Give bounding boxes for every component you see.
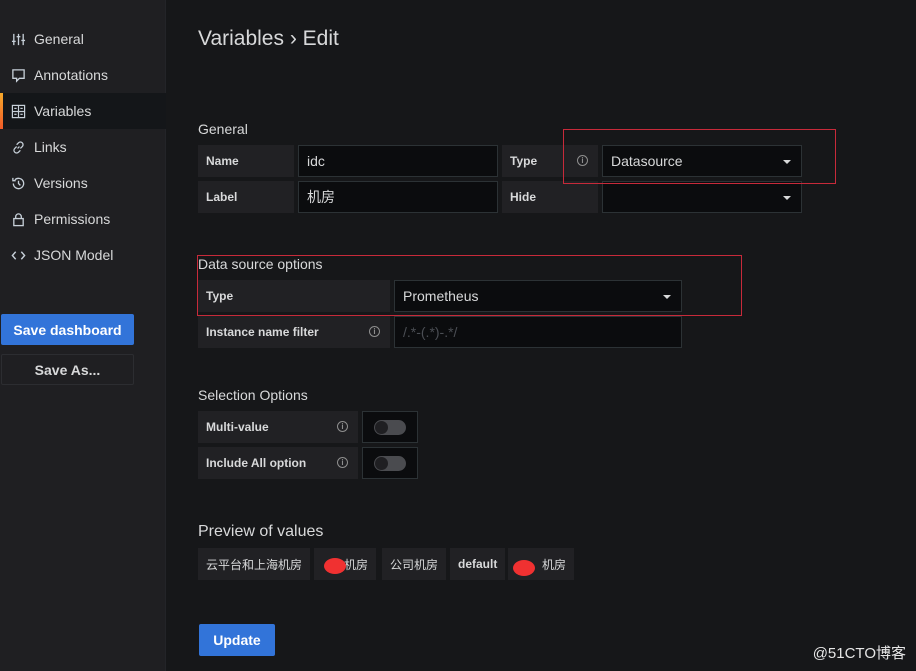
save-as-button[interactable]: Save As... <box>1 354 134 385</box>
hide-select[interactable] <box>602 181 802 213</box>
toggle-track <box>374 456 406 471</box>
preview-value: 云平台和上海机房 <box>198 548 311 580</box>
sidebar-item-annotations[interactable]: Annotations <box>0 57 166 93</box>
link-icon <box>10 139 26 155</box>
datasource-section-title: Data source options <box>198 256 323 272</box>
redaction-mark <box>513 560 535 576</box>
sidebar-item-general[interactable]: General <box>0 21 166 57</box>
lock-icon <box>10 211 26 227</box>
name-input[interactable] <box>298 145 498 177</box>
page-title: Variables › Edit <box>198 27 339 50</box>
chevron-down-icon <box>783 196 791 200</box>
selection-section-title: Selection Options <box>198 387 308 403</box>
sidebar-item-json-model[interactable]: JSON Model <box>0 237 166 273</box>
update-button[interactable]: Update <box>199 624 275 656</box>
sidebar-item-label: Annotations <box>34 67 108 83</box>
include-all-toggle[interactable] <box>362 447 418 479</box>
preview-value: 公司机房 <box>382 548 447 580</box>
preview-value-text: 机房 <box>542 557 567 572</box>
chevron-down-icon <box>783 160 791 164</box>
ds-type-label: Type <box>198 280 390 312</box>
sidebar-item-label: Links <box>34 139 67 155</box>
multi-value-toggle[interactable] <box>362 411 418 443</box>
instance-filter-input[interactable] <box>394 316 682 348</box>
sidebar-item-links[interactable]: Links <box>0 129 166 165</box>
redaction-mark <box>324 558 346 574</box>
comment-icon <box>10 67 26 83</box>
preview-value: default <box>450 548 506 580</box>
save-dashboard-button[interactable]: Save dashboard <box>1 314 134 345</box>
type-select[interactable]: Datasource <box>602 145 802 177</box>
code-icon <box>10 247 26 263</box>
sidebar-item-versions[interactable]: Versions <box>0 165 166 201</box>
toggle-knob <box>375 457 388 470</box>
sidebar-item-label: Permissions <box>34 211 111 227</box>
calculator-icon <box>10 103 26 119</box>
name-label: Name <box>198 145 294 177</box>
toggle-track <box>374 420 406 435</box>
multi-value-label: Multi-value <box>198 411 358 443</box>
history-icon <box>10 175 26 191</box>
sliders-icon <box>10 31 26 47</box>
instance-filter-label-text: Instance name filter <box>206 325 319 339</box>
hide-label: Hide <box>502 181 598 213</box>
type-select-value: Datasource <box>611 153 683 169</box>
info-icon[interactable]: i <box>577 155 588 166</box>
ds-type-select-value: Prometheus <box>403 288 479 304</box>
label-label: Label <box>198 181 294 213</box>
include-all-label: Include All option <box>198 447 358 479</box>
info-icon[interactable]: i <box>337 421 348 432</box>
preview-section-title: Preview of values <box>198 523 324 540</box>
chevron-down-icon <box>663 295 671 299</box>
info-icon[interactable]: i <box>337 457 348 468</box>
instance-filter-label: Instance name filter <box>198 316 390 348</box>
sidebar-item-label: JSON Model <box>34 247 114 263</box>
general-section-title: General <box>198 121 248 137</box>
toggle-knob <box>375 421 388 434</box>
sidebar-item-permissions[interactable]: Permissions <box>0 201 166 237</box>
settings-sidebar: General Annotations Variables Links Vers… <box>0 0 166 671</box>
ds-type-select[interactable]: Prometheus <box>394 280 682 312</box>
sidebar-item-label: General <box>34 31 84 47</box>
preview-value-text: 机房 <box>344 557 369 572</box>
info-icon[interactable]: i <box>369 326 380 337</box>
watermark: @51CTO博客 <box>812 645 906 662</box>
type-label-text: Type <box>510 154 538 168</box>
sidebar-item-label: Versions <box>34 175 88 191</box>
include-all-label-text: Include All option <box>206 456 307 470</box>
label-input[interactable] <box>298 181 498 213</box>
sidebar-item-label: Variables <box>34 103 92 119</box>
multi-value-label-text: Multi-value <box>206 420 269 434</box>
sidebar-item-variables[interactable]: Variables <box>0 93 166 129</box>
